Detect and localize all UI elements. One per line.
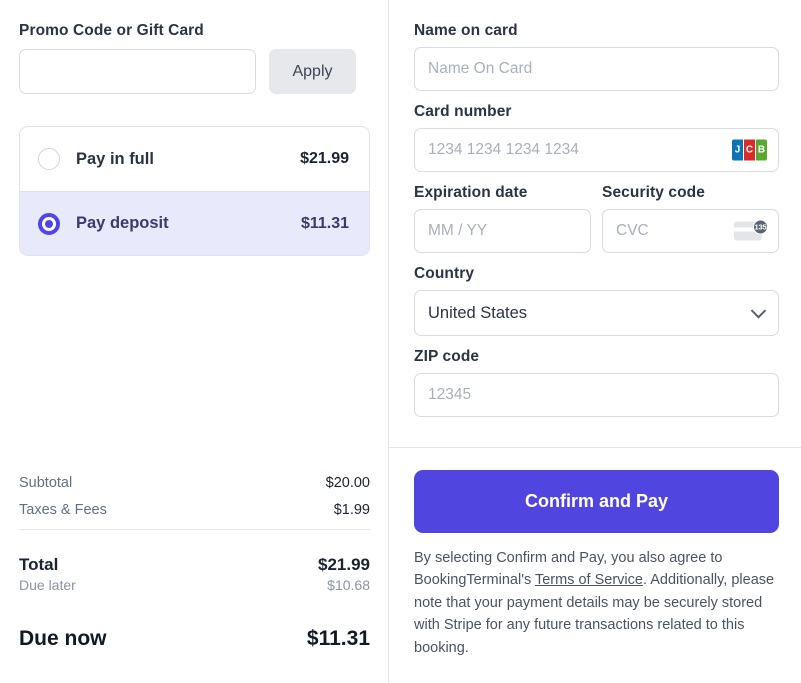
promo-code-row: Apply [19, 49, 370, 94]
field-name-on-card: Name on card [414, 22, 779, 91]
price-summary: Subtotal $20.00 Taxes & Fees $1.99 Total… [19, 475, 370, 683]
due-later-label: Due later [19, 577, 76, 593]
apply-promo-button[interactable]: Apply [269, 49, 356, 94]
field-country: Country United States [414, 265, 779, 336]
summary-label: Taxes & Fees [19, 502, 107, 518]
due-now-label: Due now [19, 627, 107, 650]
due-later-row: Due later $10.68 [19, 577, 370, 593]
name-on-card-input-shell[interactable] [414, 47, 779, 91]
summary-divider [19, 529, 370, 530]
summary-row-taxes-fees: Taxes & Fees $1.99 [19, 502, 370, 518]
security-code-label: Security code [602, 184, 705, 201]
cvc-hint-icon: 135 [734, 219, 768, 243]
terms-of-service-link[interactable]: Terms of Service [535, 572, 643, 588]
field-zip-code: ZIP code [414, 348, 779, 417]
card-number-label: Card number [414, 103, 512, 120]
expiry-security-row: Expiration date Security code 135 [414, 184, 779, 265]
jcb-letter-j: J [732, 139, 743, 161]
jcb-letter-c: C [744, 139, 755, 161]
promo-section: Promo Code or Gift Card Apply [19, 22, 370, 94]
summary-label: Subtotal [19, 475, 73, 491]
form-footer-divider [389, 447, 801, 448]
expiration-date-input[interactable] [415, 210, 590, 252]
country-selected-value: United States [428, 303, 528, 322]
payment-option-pay-deposit[interactable]: Pay deposit $11.31 [20, 191, 369, 255]
zip-code-label: ZIP code [414, 348, 480, 365]
cvc-digits-bubble: 135 [753, 219, 768, 235]
jcb-card-icon: J C B [732, 139, 767, 161]
total-label: Total [19, 555, 59, 574]
total-value: $21.99 [318, 555, 370, 574]
name-on-card-input[interactable] [415, 48, 778, 90]
payment-option-label: Pay in full [76, 149, 154, 168]
country-select[interactable]: United States [414, 290, 779, 336]
due-later-value: $10.68 [327, 577, 370, 593]
jcb-letter-b: B [756, 139, 767, 161]
field-expiration-date: Expiration date [414, 184, 591, 253]
card-number-input-shell[interactable]: J C B [414, 128, 779, 172]
total-row: Total $21.99 [19, 555, 370, 575]
promo-code-input[interactable] [19, 49, 256, 94]
name-on-card-label: Name on card [414, 22, 518, 39]
radio-pay-in-full[interactable] [38, 148, 60, 170]
payment-form-panel: Name on card Card number J C B Expiratio… [389, 0, 801, 683]
confirm-and-pay-button[interactable]: Confirm and Pay [414, 470, 779, 533]
country-label: Country [414, 265, 475, 282]
payment-option-amount: $11.31 [300, 214, 349, 232]
card-number-input[interactable] [415, 129, 778, 171]
promo-code-label: Promo Code or Gift Card [19, 22, 204, 39]
payment-plan-options: Pay in full $21.99 Pay deposit $11.31 [19, 126, 370, 256]
legal-disclaimer: By selecting Confirm and Pay, you also a… [414, 547, 779, 659]
radio-pay-deposit[interactable] [38, 212, 60, 235]
checkout-page: Promo Code or Gift Card Apply Pay in ful… [0, 0, 801, 683]
field-card-number: Card number J C B [414, 103, 779, 172]
due-now-row: Due now $11.31 [19, 627, 370, 651]
summary-row-subtotal: Subtotal $20.00 [19, 475, 370, 491]
expiration-date-input-shell[interactable] [414, 209, 591, 253]
summary-value: $1.99 [333, 502, 370, 518]
payment-option-amount: $21.99 [300, 150, 349, 167]
total-block: Total $21.99 Due later $10.68 [19, 555, 370, 593]
payment-option-label: Pay deposit [76, 214, 169, 232]
security-code-input-shell[interactable]: 135 [602, 209, 779, 253]
layout-spacer [19, 256, 370, 475]
due-now-value: $11.31 [306, 627, 370, 650]
zip-code-input[interactable] [415, 374, 778, 416]
order-summary-panel: Promo Code or Gift Card Apply Pay in ful… [0, 0, 389, 683]
summary-value: $20.00 [325, 475, 370, 491]
payment-option-pay-in-full[interactable]: Pay in full $21.99 [20, 127, 369, 191]
field-security-code: Security code 135 [602, 184, 779, 253]
chevron-down-icon [750, 303, 767, 319]
expiration-date-label: Expiration date [414, 184, 528, 201]
zip-code-input-shell[interactable] [414, 373, 779, 417]
